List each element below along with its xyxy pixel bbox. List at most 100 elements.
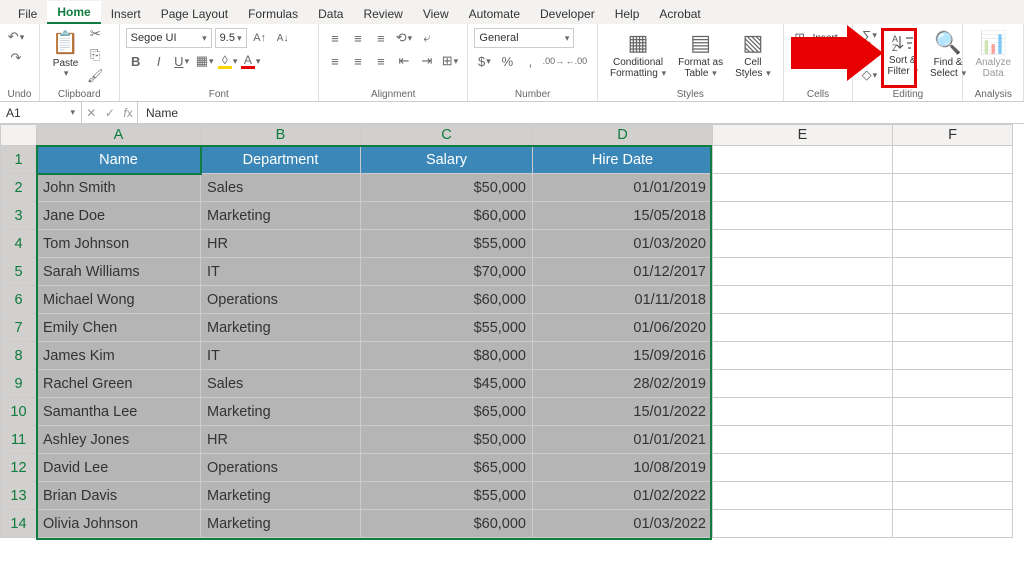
cell-C10[interactable]: $65,000 <box>361 398 533 426</box>
formula-input[interactable]: Name <box>138 106 1024 120</box>
cell-styles-button[interactable]: ▧ CellStyles ▾ <box>729 27 777 83</box>
cell-E5[interactable] <box>713 258 893 286</box>
cell-E10[interactable] <box>713 398 893 426</box>
fx-icon[interactable]: fx <box>123 106 132 120</box>
cell-D2[interactable]: 01/01/2019 <box>533 174 713 202</box>
cell-C11[interactable]: $50,000 <box>361 426 533 454</box>
cell-C7[interactable]: $55,000 <box>361 314 533 342</box>
align-middle-button[interactable]: ≡ <box>348 28 368 48</box>
row-header-1[interactable]: 1 <box>1 146 37 174</box>
cell-A4[interactable]: Tom Johnson <box>37 230 201 258</box>
tab-help[interactable]: Help <box>605 3 650 24</box>
cell-E8[interactable] <box>713 342 893 370</box>
tab-formulas[interactable]: Formulas <box>238 3 308 24</box>
cell-F14[interactable] <box>893 510 1013 538</box>
cell-D10[interactable]: 15/01/2022 <box>533 398 713 426</box>
format-painter-button[interactable]: 🖌 <box>85 66 105 86</box>
cell-A8[interactable]: James Kim <box>37 342 201 370</box>
cell-F11[interactable] <box>893 426 1013 454</box>
redo-button[interactable]: ↷ <box>6 48 26 68</box>
cell-F3[interactable] <box>893 202 1013 230</box>
align-top-button[interactable]: ≡ <box>325 28 345 48</box>
column-header-C[interactable]: C <box>361 125 533 146</box>
cell-C8[interactable]: $80,000 <box>361 342 533 370</box>
align-left-button[interactable]: ≡ <box>325 51 345 71</box>
cell-D7[interactable]: 01/06/2020 <box>533 314 713 342</box>
row-header-7[interactable]: 7 <box>1 314 37 342</box>
tab-automate[interactable]: Automate <box>459 3 530 24</box>
format-as-table-button[interactable]: ▤ Format asTable ▾ <box>672 27 729 83</box>
cell-B7[interactable]: Marketing <box>201 314 361 342</box>
cell-E1[interactable] <box>713 146 893 174</box>
font-size-select[interactable]: 9.5▾ <box>215 28 247 48</box>
header-cell-salary[interactable]: Salary <box>361 146 533 174</box>
cell-D12[interactable]: 10/08/2019 <box>533 454 713 482</box>
cell-A5[interactable]: Sarah Williams <box>37 258 201 286</box>
cell-C3[interactable]: $60,000 <box>361 202 533 230</box>
tab-home[interactable]: Home <box>47 1 100 24</box>
fill-color-button[interactable]: ◊▾ <box>218 51 238 71</box>
copy-button[interactable]: ⎘ <box>85 45 105 65</box>
cell-F8[interactable] <box>893 342 1013 370</box>
cell-B10[interactable]: Marketing <box>201 398 361 426</box>
decrease-indent-button[interactable]: ⇤ <box>394 51 414 71</box>
underline-button[interactable]: U▾ <box>172 51 192 71</box>
percent-format-button[interactable]: % <box>497 51 517 71</box>
cell-C13[interactable]: $55,000 <box>361 482 533 510</box>
cell-B8[interactable]: IT <box>201 342 361 370</box>
align-bottom-button[interactable]: ≡ <box>371 28 391 48</box>
cell-A2[interactable]: John Smith <box>37 174 201 202</box>
increase-indent-button[interactable]: ⇥ <box>417 51 437 71</box>
orientation-button[interactable]: ⟲▾ <box>394 28 414 48</box>
decrease-decimal-button[interactable]: ←.00 <box>566 51 586 71</box>
cell-C4[interactable]: $55,000 <box>361 230 533 258</box>
cell-D4[interactable]: 01/03/2020 <box>533 230 713 258</box>
undo-button[interactable]: ↶▾ <box>6 27 26 47</box>
cell-B4[interactable]: HR <box>201 230 361 258</box>
cell-B3[interactable]: Marketing <box>201 202 361 230</box>
column-header-B[interactable]: B <box>201 125 361 146</box>
tab-review[interactable]: Review <box>353 3 412 24</box>
cell-A12[interactable]: David Lee <box>37 454 201 482</box>
row-header-13[interactable]: 13 <box>1 482 37 510</box>
tab-developer[interactable]: Developer <box>530 3 605 24</box>
cell-F13[interactable] <box>893 482 1013 510</box>
increase-decimal-button[interactable]: .00→ <box>543 51 563 71</box>
cell-D3[interactable]: 15/05/2018 <box>533 202 713 230</box>
cell-A14[interactable]: Olivia Johnson <box>37 510 201 538</box>
cell-F5[interactable] <box>893 258 1013 286</box>
cell-E11[interactable] <box>713 426 893 454</box>
wrap-text-button[interactable]: ⤶ <box>417 28 437 48</box>
merge-center-button[interactable]: ⊞▾ <box>440 51 460 71</box>
cell-B5[interactable]: IT <box>201 258 361 286</box>
cancel-formula-icon[interactable]: ✕ <box>86 106 96 120</box>
align-center-button[interactable]: ≡ <box>348 51 368 71</box>
row-header-12[interactable]: 12 <box>1 454 37 482</box>
conditional-formatting-button[interactable]: ▦ ConditionalFormatting ▾ <box>604 27 672 83</box>
tab-file[interactable]: File <box>8 3 47 24</box>
cell-C9[interactable]: $45,000 <box>361 370 533 398</box>
align-right-button[interactable]: ≡ <box>371 51 391 71</box>
row-header-10[interactable]: 10 <box>1 398 37 426</box>
row-header-11[interactable]: 11 <box>1 426 37 454</box>
cell-E14[interactable] <box>713 510 893 538</box>
cell-B6[interactable]: Operations <box>201 286 361 314</box>
bold-button[interactable]: B <box>126 51 146 71</box>
header-cell-name[interactable]: Name <box>37 146 201 174</box>
header-cell-hire-date[interactable]: Hire Date <box>533 146 713 174</box>
cell-A11[interactable]: Ashley Jones <box>37 426 201 454</box>
cell-F1[interactable] <box>893 146 1013 174</box>
cell-F12[interactable] <box>893 454 1013 482</box>
row-header-2[interactable]: 2 <box>1 174 37 202</box>
cell-F4[interactable] <box>893 230 1013 258</box>
cell-B11[interactable]: HR <box>201 426 361 454</box>
cell-A3[interactable]: Jane Doe <box>37 202 201 230</box>
tab-view[interactable]: View <box>413 3 459 24</box>
italic-button[interactable]: I <box>149 51 169 71</box>
cell-A13[interactable]: Brian Davis <box>37 482 201 510</box>
cell-A10[interactable]: Samantha Lee <box>37 398 201 426</box>
number-format-select[interactable]: General▾ <box>474 28 574 48</box>
cell-D13[interactable]: 01/02/2022 <box>533 482 713 510</box>
cell-C14[interactable]: $60,000 <box>361 510 533 538</box>
cell-A7[interactable]: Emily Chen <box>37 314 201 342</box>
